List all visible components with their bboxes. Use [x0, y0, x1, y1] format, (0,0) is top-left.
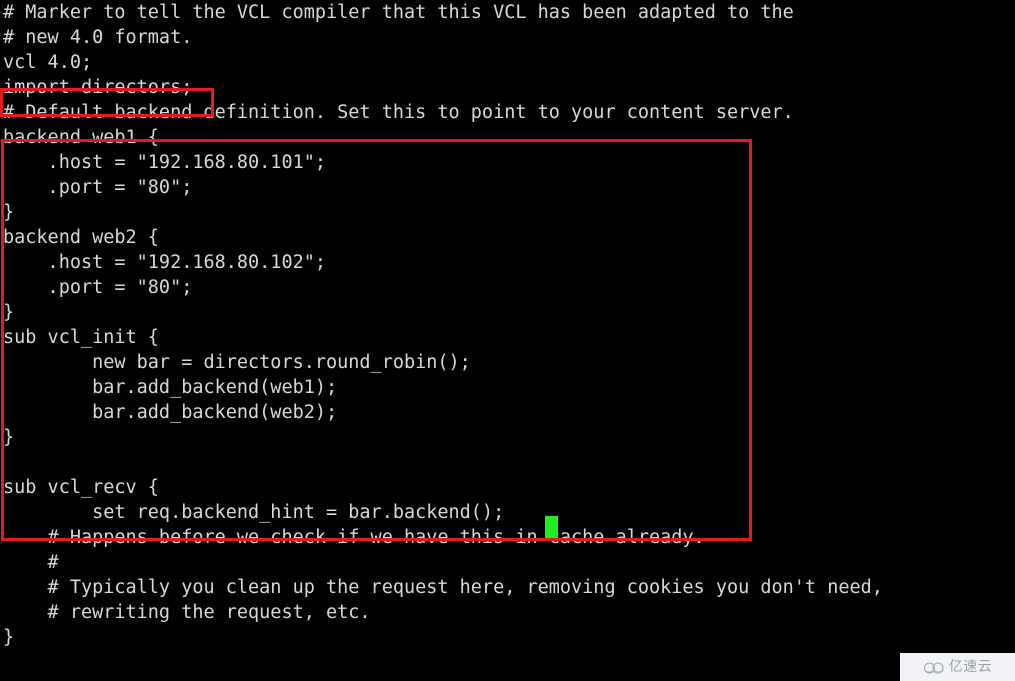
- block-cursor: [545, 516, 558, 538]
- code-line-text: new bar = directors.round_robin();: [3, 352, 471, 373]
- code-line-text: vcl 4.0;: [3, 52, 93, 73]
- code-line-backend-web2: backend web2 {: [0, 225, 1015, 250]
- code-line: .port = "80";: [0, 175, 1015, 200]
- code-line-text: .port = "80";: [3, 177, 193, 198]
- code-line: bar.add_backend(web2);: [0, 400, 1015, 425]
- code-line: .host = "192.168.80.102";: [0, 250, 1015, 275]
- code-line-text: sub vcl_recv {: [3, 477, 159, 498]
- code-line-text: bar.add_backend(web1);: [3, 377, 338, 398]
- code-line-sub-vcl-recv: sub vcl_recv {: [0, 475, 1015, 500]
- code-line-sub-vcl-init: sub vcl_init {: [0, 325, 1015, 350]
- code-line-text: backend web2 {: [3, 227, 159, 248]
- code-line-text: set req.backend_hint = bar.backend();: [3, 502, 505, 523]
- code-line-backend-hint: set req.backend_hint = bar.backend();: [0, 500, 1015, 525]
- code-line-text: # Typically you clean up the request her…: [3, 577, 883, 598]
- code-line-text: #: [3, 552, 59, 573]
- code-line-text: backend web1 {: [3, 127, 159, 148]
- code-line-text: }: [3, 302, 15, 323]
- code-line-text: }: [3, 627, 15, 648]
- code-line-text: bar.add_backend(web2);: [3, 402, 338, 423]
- code-line: .host = "192.168.80.101";: [0, 150, 1015, 175]
- watermark: 亿速云: [900, 653, 1015, 681]
- code-line-text: .host = "192.168.80.102";: [3, 252, 327, 273]
- code-line: # Typically you clean up the request her…: [0, 575, 1015, 600]
- code-line: bar.add_backend(web1);: [0, 375, 1015, 400]
- code-line: }: [0, 625, 1015, 650]
- cloud-icon: [923, 660, 945, 674]
- code-line-text: # Happens before we check if we have thi…: [3, 527, 705, 548]
- code-line: #: [0, 550, 1015, 575]
- code-line-text: # rewriting the request, etc.: [3, 602, 371, 623]
- code-line-text: import directors;: [3, 77, 193, 98]
- code-line: # Happens before we check if we have thi…: [0, 525, 1015, 550]
- code-line: # rewriting the request, etc.: [0, 600, 1015, 625]
- code-line-text: # new 4.0 format.: [3, 27, 193, 48]
- code-line-text: sub vcl_init {: [3, 327, 159, 348]
- code-line-backend-web1: backend web1 {: [0, 125, 1015, 150]
- code-line-text: # Marker to tell the VCL compiler that t…: [3, 2, 794, 23]
- code-line: vcl 4.0;: [0, 50, 1015, 75]
- code-line-import-directors: import directors;: [0, 75, 1015, 100]
- terminal-screen: # Marker to tell the VCL compiler that t…: [0, 0, 1015, 681]
- code-line-text: # Default backend definition. Set this t…: [3, 102, 794, 123]
- code-line: .port = "80";: [0, 275, 1015, 300]
- code-line: # new 4.0 format.: [0, 25, 1015, 50]
- code-line-text: .host = "192.168.80.101";: [3, 152, 327, 173]
- code-line-text: .port = "80";: [3, 277, 193, 298]
- code-line: }: [0, 300, 1015, 325]
- code-line: new bar = directors.round_robin();: [0, 350, 1015, 375]
- code-line-text: }: [3, 427, 15, 448]
- code-line: }: [0, 425, 1015, 450]
- watermark-text: 亿速云: [948, 659, 993, 675]
- code-text-area[interactable]: # Marker to tell the VCL compiler that t…: [0, 0, 1015, 650]
- code-line: # Marker to tell the VCL compiler that t…: [0, 0, 1015, 25]
- code-line-text: }: [3, 202, 15, 223]
- code-line: # Default backend definition. Set this t…: [0, 100, 1015, 125]
- code-line: }: [0, 200, 1015, 225]
